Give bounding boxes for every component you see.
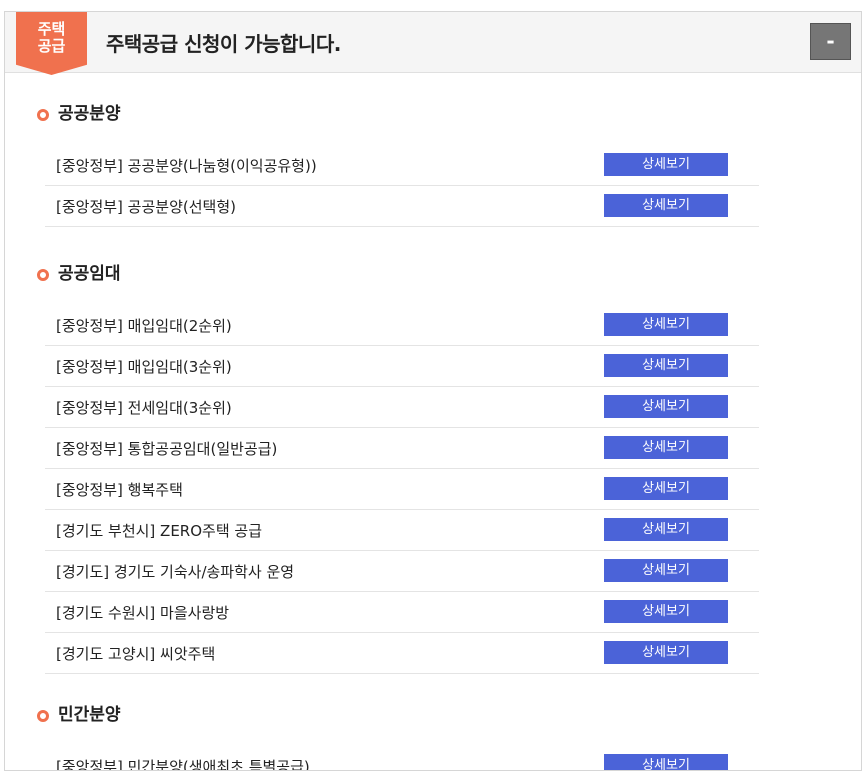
- section-public-rental: 공공임대 [중앙정부] 매입임대(2순위) 상세보기 [중앙정부] 매입임대(3…: [35, 262, 759, 674]
- list-item: [경기도 수원시] 마을사랑방 상세보기: [45, 592, 759, 633]
- list-item: [중앙정부] 전세임대(3순위) 상세보기: [45, 387, 759, 428]
- program-list: [중앙정부] 공공분양(나눔형(이익공유형)) 상세보기 [중앙정부] 공공분양…: [45, 145, 759, 227]
- program-name: [중앙정부] 공공분양(선택형): [56, 198, 236, 216]
- detail-button[interactable]: 상세보기: [604, 518, 728, 541]
- program-name: [중앙정부] 행복주택: [56, 481, 183, 499]
- detail-button[interactable]: 상세보기: [604, 354, 728, 377]
- list-item: [경기도 부천시] ZERO주택 공급 상세보기: [45, 510, 759, 551]
- section-title: 공공분양: [35, 102, 759, 126]
- program-name: [중앙정부] 매입임대(2순위): [56, 317, 232, 335]
- list-item: [중앙정부] 공공분양(나눔형(이익공유형)) 상세보기: [45, 145, 759, 186]
- collapse-button[interactable]: -: [810, 23, 851, 60]
- program-name: [중앙정부] 전세임대(3순위): [56, 399, 232, 417]
- section-public-sale: 공공분양 [중앙정부] 공공분양(나눔형(이익공유형)) 상세보기 [중앙정부]…: [35, 102, 759, 227]
- circle-bullet-icon: [37, 710, 49, 722]
- program-name: [경기도 부천시] ZERO주택 공급: [56, 522, 262, 540]
- detail-button[interactable]: 상세보기: [604, 395, 728, 418]
- program-list: [중앙정부] 매입임대(2순위) 상세보기 [중앙정부] 매입임대(3순위) 상…: [45, 305, 759, 674]
- section-title: 공공임대: [35, 262, 759, 286]
- circle-bullet-icon: [37, 269, 49, 281]
- list-item: [중앙정부] 민간분양(생애최초 특별공급) 상세보기: [45, 746, 759, 771]
- section-private-sale: 민간분양 [중앙정부] 민간분양(생애최초 특별공급) 상세보기: [35, 703, 759, 771]
- circle-bullet-icon: [37, 109, 49, 121]
- housing-supply-badge: 주택 공급: [16, 12, 87, 75]
- program-name: [중앙정부] 매입임대(3순위): [56, 358, 232, 376]
- panel-header: 주택 공급 주택공급 신청이 가능합니다. -: [5, 12, 861, 75]
- detail-button[interactable]: 상세보기: [604, 641, 728, 664]
- program-name: [경기도] 경기도 기숙사/송파학사 운영: [56, 563, 295, 581]
- program-list: [중앙정부] 민간분양(생애최초 특별공급) 상세보기: [45, 746, 759, 771]
- program-name: [중앙정부] 민간분양(생애최초 특별공급): [56, 758, 310, 771]
- program-name: [중앙정부] 공공분양(나눔형(이익공유형)): [56, 157, 317, 175]
- housing-supply-panel: 주택 공급 주택공급 신청이 가능합니다. - 공공분양 [중앙정부] 공공분양…: [4, 11, 862, 771]
- section-title: 민간분양: [35, 703, 759, 727]
- detail-button[interactable]: 상세보기: [604, 477, 728, 500]
- program-name: [경기도 수원시] 마을사랑방: [56, 604, 230, 622]
- list-item: [중앙정부] 매입임대(2순위) 상세보기: [45, 305, 759, 346]
- detail-button[interactable]: 상세보기: [604, 436, 728, 459]
- badge-line-1: 주택: [37, 20, 66, 38]
- list-item: [중앙정부] 공공분양(선택형) 상세보기: [45, 186, 759, 227]
- detail-button[interactable]: 상세보기: [604, 153, 728, 176]
- list-item: [중앙정부] 행복주택 상세보기: [45, 469, 759, 510]
- program-name: [중앙정부] 통합공공임대(일반공급): [56, 440, 278, 458]
- detail-button[interactable]: 상세보기: [604, 559, 728, 582]
- detail-button[interactable]: 상세보기: [604, 194, 728, 217]
- list-item: [경기도] 경기도 기숙사/송파학사 운영 상세보기: [45, 551, 759, 592]
- panel-title: 주택공급 신청이 가능합니다.: [106, 32, 341, 56]
- list-item: [중앙정부] 매입임대(3순위) 상세보기: [45, 346, 759, 387]
- detail-button[interactable]: 상세보기: [604, 313, 728, 336]
- detail-button[interactable]: 상세보기: [604, 600, 728, 623]
- badge-line-2: 공급: [37, 37, 66, 55]
- program-name: [경기도 고양시] 씨앗주택: [56, 645, 216, 663]
- list-item: [경기도 고양시] 씨앗주택 상세보기: [45, 633, 759, 674]
- list-item: [중앙정부] 통합공공임대(일반공급) 상세보기: [45, 428, 759, 469]
